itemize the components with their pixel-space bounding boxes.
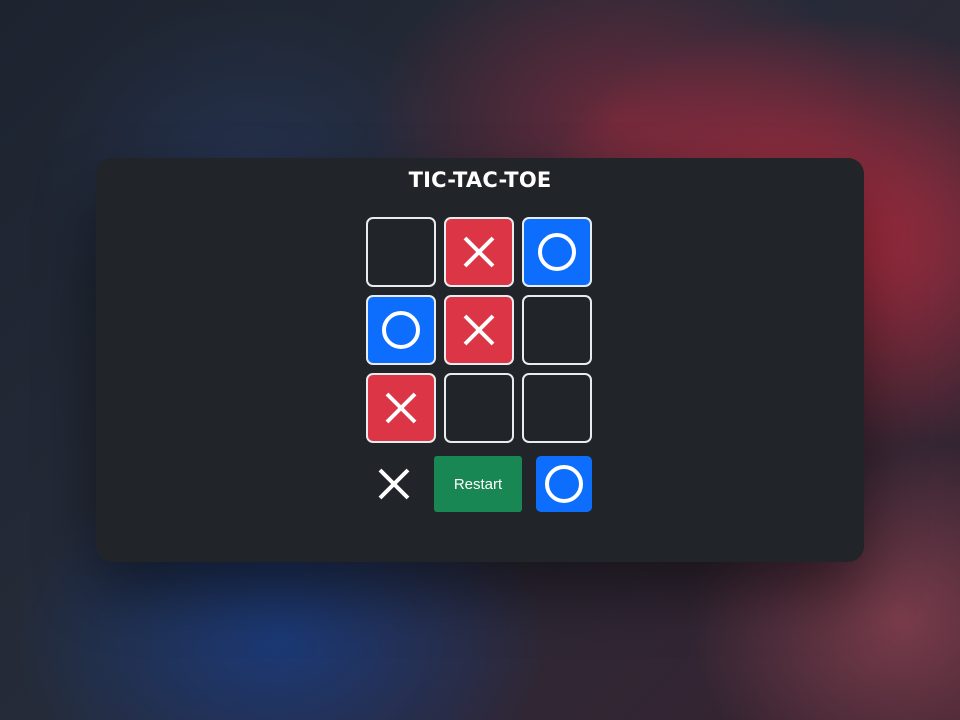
o-mark-icon bbox=[538, 233, 576, 271]
x-mark-icon bbox=[463, 314, 495, 346]
board-cell-r3-c3[interactable] bbox=[522, 373, 592, 443]
game-board bbox=[366, 217, 592, 443]
board-cell-r1-c2[interactable] bbox=[444, 217, 514, 287]
o-mark-icon bbox=[545, 465, 583, 503]
o-mark-icon bbox=[382, 311, 420, 349]
board-cell-r2-c1[interactable] bbox=[366, 295, 436, 365]
x-mark-icon bbox=[385, 392, 417, 424]
game-title: TIC-TAC-TOE bbox=[408, 168, 552, 192]
board-cell-r2-c2[interactable] bbox=[444, 295, 514, 365]
board-cell-r2-c3[interactable] bbox=[522, 295, 592, 365]
player-o-indicator bbox=[536, 456, 592, 512]
game-card: TIC-TAC-TOE Restart bbox=[96, 158, 864, 562]
x-mark-icon bbox=[378, 468, 410, 500]
board-cell-r3-c2[interactable] bbox=[444, 373, 514, 443]
restart-button[interactable]: Restart bbox=[434, 456, 522, 512]
board-cell-r1-c1[interactable] bbox=[366, 217, 436, 287]
board-cell-r3-c1[interactable] bbox=[366, 373, 436, 443]
x-mark-icon bbox=[463, 236, 495, 268]
game-footer: Restart bbox=[366, 456, 592, 512]
player-x-indicator bbox=[366, 456, 422, 512]
board-cell-r1-c3[interactable] bbox=[522, 217, 592, 287]
